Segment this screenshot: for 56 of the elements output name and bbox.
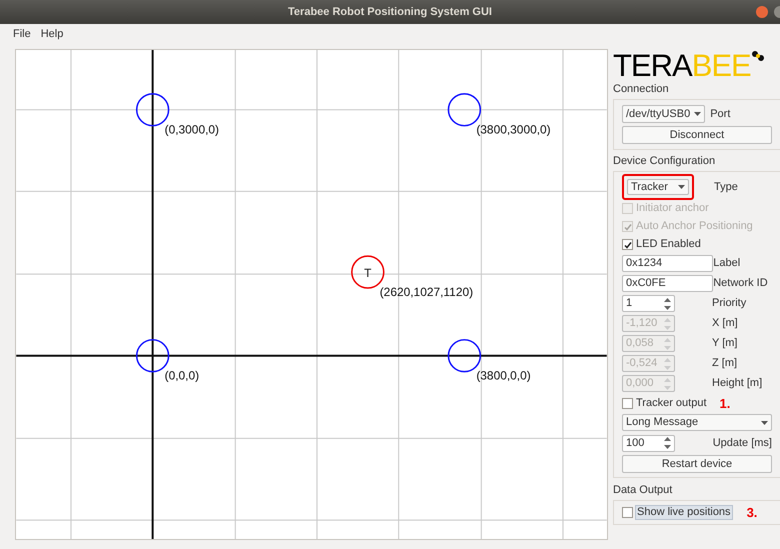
checkbox-label: Initiator anchor bbox=[636, 202, 709, 215]
bee-icon bbox=[750, 50, 765, 64]
annotation-number: 3. bbox=[746, 506, 758, 519]
caret-icon bbox=[761, 420, 768, 424]
field-label: Y [m] bbox=[712, 337, 738, 350]
menu-item[interactable]: Help bbox=[40, 28, 64, 40]
checkbox-label: Auto Anchor Positioning bbox=[636, 220, 753, 233]
checkbox-label: LED Enabled bbox=[636, 238, 701, 251]
checkbox[interactable] bbox=[622, 507, 633, 518]
caret-icon bbox=[694, 112, 702, 116]
checkbox-label: Tracker output bbox=[636, 396, 707, 410]
field-label: X [m] bbox=[712, 317, 739, 330]
checkbox[interactable] bbox=[622, 239, 633, 250]
check-icon bbox=[624, 222, 632, 230]
section-title: Data Output bbox=[613, 484, 674, 497]
checkbox[interactable] bbox=[622, 398, 633, 408]
field-label: Height [m] bbox=[712, 377, 764, 390]
section-title: Connection bbox=[613, 83, 670, 96]
field-label: Z [m] bbox=[712, 357, 738, 370]
type-label: Type bbox=[714, 180, 738, 194]
input-field[interactable]: 0xC0FE bbox=[622, 275, 714, 292]
type-dropdown[interactable]: Tracker bbox=[627, 179, 689, 195]
caret-icon bbox=[678, 185, 685, 189]
close-button[interactable] bbox=[756, 6, 768, 18]
spin-arrows-icon[interactable] bbox=[664, 436, 671, 450]
spin-box[interactable]: 1 bbox=[622, 295, 675, 312]
anchor-marker bbox=[448, 339, 482, 372]
anchor-marker bbox=[136, 93, 170, 126]
port-label: Port bbox=[710, 108, 730, 120]
message-dropdown[interactable]: Long Message bbox=[622, 414, 772, 431]
anchor-marker bbox=[448, 93, 482, 126]
anchor-label: (0,3000,0) bbox=[164, 122, 220, 137]
anchor-label: (3800,3000,0) bbox=[476, 122, 551, 137]
anchor-marker bbox=[136, 339, 170, 372]
tracker-label: (2620,1027,1120) bbox=[380, 285, 474, 299]
spin-box[interactable]: 100 bbox=[622, 434, 675, 452]
check-icon bbox=[624, 240, 632, 248]
tracker-marker bbox=[351, 255, 384, 289]
section-title: Device Configuration bbox=[613, 155, 716, 168]
anchor-label: (3800,0,0) bbox=[476, 368, 531, 383]
spin-arrows-icon[interactable] bbox=[664, 296, 671, 310]
field-label: Label bbox=[713, 257, 742, 270]
input-field[interactable]: 0x1234 bbox=[622, 255, 714, 272]
menu-item[interactable]: File bbox=[13, 28, 31, 40]
logo: TERABEE bbox=[613, 49, 751, 83]
restart-button[interactable]: Restart device bbox=[622, 455, 772, 473]
checkbox-label: Show live positions bbox=[635, 505, 733, 520]
port-dropdown[interactable]: /dev/ttyUSB0 bbox=[622, 105, 706, 123]
disconnect-button[interactable]: Disconnect bbox=[622, 126, 772, 144]
field-label: Network ID bbox=[713, 277, 769, 290]
window-title: Terabee Robot Positioning System GUI bbox=[288, 6, 492, 18]
field-label: Priority bbox=[712, 297, 748, 310]
anchor-label: (0,0,0) bbox=[164, 368, 200, 383]
annotation-number: 1. bbox=[720, 396, 730, 410]
field-label: Update [ms] bbox=[712, 436, 772, 450]
tracker-symbol: T bbox=[364, 266, 372, 280]
